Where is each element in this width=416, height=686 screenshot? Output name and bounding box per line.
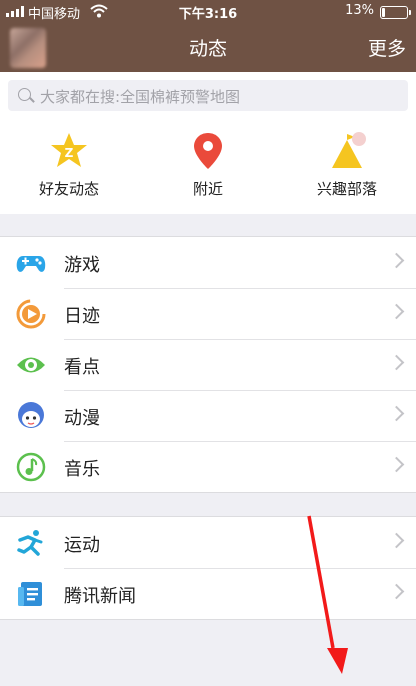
tribe-flag-icon: [332, 132, 366, 168]
list-item-label: 运动: [64, 535, 100, 556]
play-circle-icon: [16, 299, 46, 329]
quick-link-label: 好友动态: [38, 180, 99, 198]
anime-face-icon: [18, 402, 44, 428]
chevron-right-icon: [388, 303, 405, 320]
top-panel: 大家都在搜:全国棉裤预警地图 Z 好友动态 附近 兴趣部落: [0, 72, 416, 214]
list-item-label: 日迹: [64, 306, 100, 327]
list-item-anime[interactable]: 动漫: [0, 390, 416, 441]
list-item-news[interactable]: 腾讯新闻: [0, 568, 416, 619]
list-item-diary[interactable]: 日迹: [0, 288, 416, 339]
list-item-games[interactable]: 游戏: [0, 237, 416, 288]
running-icon: [17, 530, 43, 556]
header-bar: 中国移动 下午3:16 13% 动态 更多: [0, 0, 416, 72]
list-item-label: 游戏: [64, 255, 100, 276]
list-item-kandian[interactable]: 看点: [0, 339, 416, 390]
list-item-sports[interactable]: 运动: [0, 517, 416, 568]
eye-icon: [17, 357, 45, 373]
list-item-label: 看点: [64, 357, 100, 378]
battery-percent: 13%: [345, 3, 374, 18]
status-bar: 中国移动 下午3:16 13%: [0, 0, 416, 24]
feature-list-2: 运动 腾讯新闻: [0, 516, 416, 620]
more-button[interactable]: 更多: [368, 34, 406, 61]
quick-link-tribe[interactable]: 兴趣部落: [278, 128, 416, 208]
friend-star-icon: Z: [51, 133, 87, 167]
music-note-icon: [16, 452, 46, 482]
gamepad-icon: [16, 256, 46, 272]
quick-link-friends[interactable]: Z 好友动态: [0, 128, 138, 208]
quick-link-label: 附近: [192, 180, 223, 198]
search-input[interactable]: 大家都在搜:全国棉裤预警地图: [8, 80, 408, 111]
quick-link-nearby[interactable]: 附近: [139, 128, 277, 208]
chevron-right-icon: [388, 532, 405, 549]
chevron-right-icon: [388, 456, 405, 473]
chevron-right-icon: [388, 405, 405, 422]
chevron-right-icon: [388, 354, 405, 371]
search-icon: [18, 88, 31, 101]
chevron-right-icon: [388, 583, 405, 600]
feature-list-1: 游戏 日迹 看点 动漫 音乐: [0, 236, 416, 493]
news-icon: [18, 582, 42, 606]
list-item-label: 音乐: [64, 459, 100, 480]
page-title: 动态: [188, 38, 227, 60]
chevron-right-icon: [388, 252, 405, 269]
list-item-label: 腾讯新闻: [64, 586, 136, 607]
search-placeholder: 大家都在搜:全国棉裤预警地图: [40, 88, 241, 106]
svg-text:Z: Z: [65, 146, 74, 160]
list-item-label: 动漫: [64, 408, 100, 429]
quick-link-label: 兴趣部落: [316, 180, 377, 198]
battery-icon: [380, 6, 411, 19]
list-item-music[interactable]: 音乐: [0, 441, 416, 492]
location-pin-icon: [194, 133, 222, 169]
